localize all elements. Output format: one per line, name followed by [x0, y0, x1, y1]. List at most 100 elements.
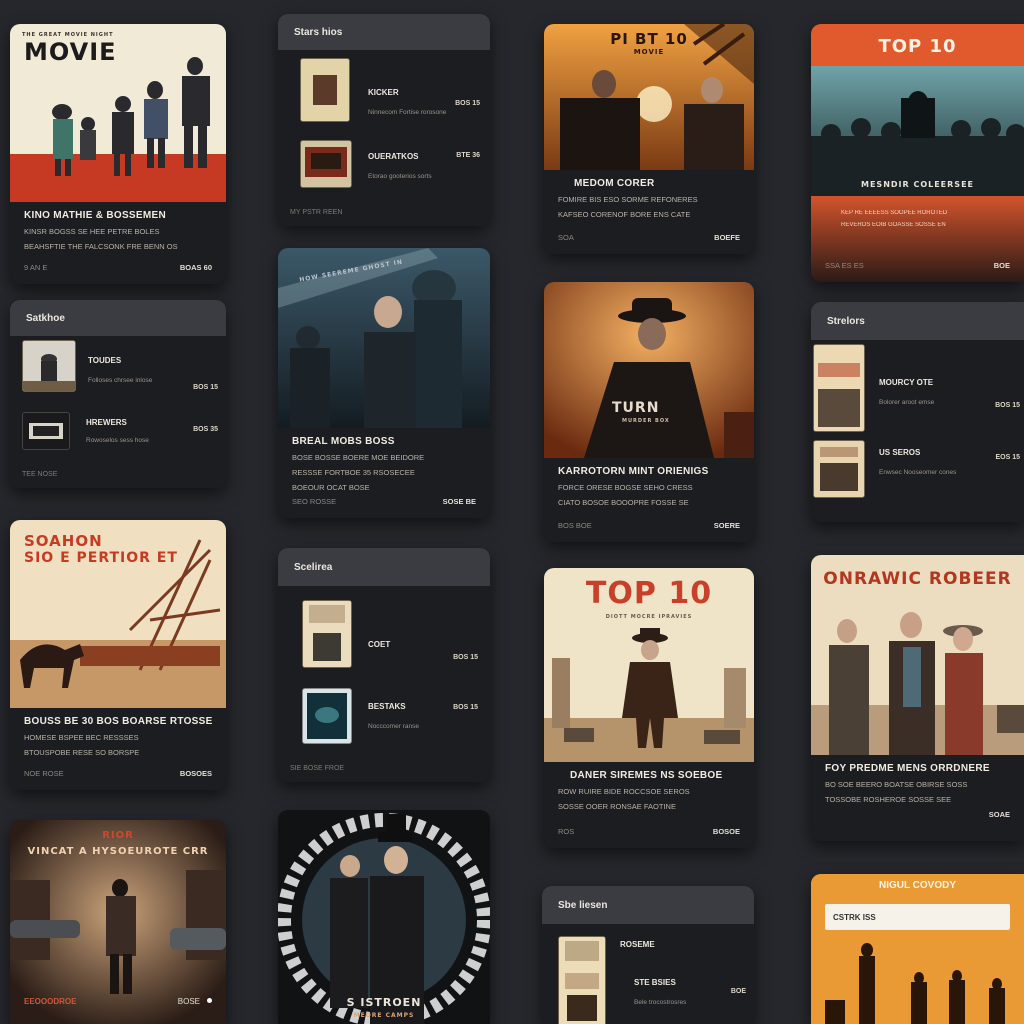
card-desc-line: SOSSE OOER RONSAE FAOTINE: [558, 802, 676, 811]
item-title: Kicker: [368, 88, 399, 97]
item-badge: BOE: [730, 988, 746, 995]
card-rating: BOEFE: [714, 233, 740, 242]
poster-title: S ISTROEN: [346, 996, 422, 1009]
list-header: Satkhoe: [10, 300, 226, 336]
item-subtitle: Rowoselos sess hose: [86, 437, 149, 444]
card-headline: FOY PREDME MENS ORRDNERE: [825, 763, 990, 774]
item-badge: BOS 15: [193, 384, 218, 391]
list-item[interactable]: MOURCY OTE Bolorer aroot emse BOS 15: [811, 344, 1024, 432]
list-item[interactable]: STE BSIES Bele trocostrosres BOE: [618, 978, 754, 1006]
card-desc-line: BO SOE BEERO BOATSE OBIRSE SOSS: [825, 780, 968, 789]
poster-subtitle: MEORE CAMPS: [353, 1012, 415, 1019]
item-title: US SEROS: [879, 448, 921, 457]
card-rating: SOAE: [988, 810, 1010, 819]
item-subtitle: Etorao gooterios sorts: [368, 173, 432, 180]
poster-title: TOP 10: [585, 576, 713, 611]
card-headline: DANER SIREMES NS SOEBOE: [570, 770, 723, 781]
card-rating: BOSE: [177, 997, 200, 1006]
item-title: MOURCY OTE: [879, 378, 934, 387]
list-footer: MY PSTR REEN: [290, 209, 343, 216]
list-footer: SIE BOSE FROE: [290, 765, 345, 772]
search-input[interactable]: CSTRK ISS: [825, 904, 1010, 930]
item-subtitle: Folloses chrsee inlose: [88, 377, 153, 384]
list-item[interactable]: BESTAKS Nocccomer ranse BOS 15: [278, 688, 490, 744]
movie-card-12[interactable]: ONRAWIC ROBEER FOY PREDME MENS ORRDNERE …: [811, 555, 1024, 841]
list-item[interactable]: TOUDES Folloses chrsee inlose BOS 15: [10, 340, 226, 392]
item-title: ROSEME: [620, 940, 655, 949]
poster-image: PI BT 10 MOVIE: [544, 24, 754, 170]
card-rating: SOERE: [713, 521, 740, 530]
card-headline: MEDOM CORER: [574, 178, 655, 189]
list-card-4: Sbe liesen ROSEME STE BSIES Bele trocostr…: [542, 886, 754, 1024]
poster-title: MOVIE: [24, 38, 117, 66]
item-badge: BOS 35: [193, 426, 218, 433]
thumb-image: [300, 58, 350, 122]
card-meta: 9 AN E: [24, 263, 48, 272]
card-desc-line: KEP RE EEEESS SOOPEE ROROTED: [841, 210, 948, 216]
card-meta: ROS: [558, 827, 575, 836]
card-desc-line: KAFSEO CORENOF BORE ENS CATE: [558, 210, 691, 219]
poster-image: TURN MURDER BOX: [544, 282, 754, 458]
item-subtitle: Bele trocostrosres: [634, 999, 687, 1006]
card-rating: BOAS 60: [179, 263, 212, 272]
search-header: NIGUL COVODY: [878, 880, 957, 891]
card-headline: KARROTORN MINT ORIENIGS: [558, 466, 709, 477]
list-item[interactable]: COET BOS 15: [278, 600, 490, 668]
poster-subtitle: SIO E PERTIOR ET: [24, 550, 178, 566]
poster-title: TOP 10: [878, 36, 957, 57]
list-header: Stars hios: [278, 14, 490, 50]
poster-image: TOP 10 DIOTT MOCRE IPRAVIES: [544, 568, 754, 762]
poster-subtitle: MOVIE: [633, 48, 665, 56]
movie-card-13[interactable]: RIOR VINCAT A HYSOEUROTE CRR EEOOODROE B…: [10, 820, 226, 1024]
movie-card-6[interactable]: HOW SEEREME GHOST IN BREAL MOBS BOSS BOS…: [278, 248, 490, 518]
list-item[interactable]: Kicker Ninnecom Fortise rorosone BOS 15: [278, 58, 490, 122]
movie-card-4[interactable]: TOP 10 MESNDIR COLEERSEE KEP RE EEEESS S…: [811, 24, 1024, 282]
card-rating: BOE: [993, 261, 1010, 270]
movie-card-1[interactable]: THE GREAT MOVIE NIGHT MOVIE KINO MATHIE …: [10, 24, 226, 284]
thumb-image: [302, 688, 352, 744]
thumb-image: [813, 344, 865, 432]
card-meta: SEO ROSSE: [292, 497, 337, 506]
movie-card-14[interactable]: S ISTROEN MEORE CAMPS: [278, 810, 490, 1024]
movie-card-7[interactable]: TURN MURDER BOX KARROTORN MINT ORIENIGS …: [544, 282, 754, 542]
item-badge: BOS 15: [453, 704, 478, 711]
list-card-2: Stars hios Kicker Ninnecom Fortise roroso…: [278, 14, 490, 226]
card-headline: BOUSS BE 30 BOS BOARSE RTOSSE: [24, 716, 212, 727]
movie-card-9[interactable]: SOAHON SIO E PERTIOR ET BOUSS BE 30 BOS …: [10, 520, 226, 790]
thumb-image: [302, 600, 352, 668]
card-headline: BREAL MOBS BOSS: [292, 436, 395, 447]
card-desc-line: BOEOUR OCAT BOSE: [292, 483, 370, 492]
search-card: NIGUL COVODY CSTRK ISS: [811, 874, 1024, 1024]
list-header: Sbe liesen: [542, 886, 754, 924]
list-card-5: Strelors MOURCY OTE Bolorer aroot emse BO…: [811, 302, 1024, 522]
item-title: TOUDES: [88, 356, 122, 365]
list-footer: TEE NOSE: [22, 471, 58, 478]
card-meta: SSA ES ES: [825, 261, 864, 270]
poster-image: ONRAWIC ROBEER: [811, 555, 1024, 755]
list-item[interactable]: HREWERS Rowoselos sess hose BOS 35: [10, 412, 226, 450]
item-title: COET: [368, 640, 391, 649]
card-desc-line: FOMIRE BIS ESO SORME REFONERES: [558, 195, 698, 204]
poster-image: THE GREAT MOVIE NIGHT MOVIE: [10, 24, 226, 202]
card-desc-line: ROW RUIRE BIDE ROCCSOE SEROS: [558, 787, 690, 796]
card-desc-line: TOSSOBE ROSHEROE SOSSE SEE: [825, 795, 952, 804]
card-rating: BOSOES: [179, 769, 212, 778]
card-desc-line: KINSR BOGSS SE HEE PETRE BOLES: [24, 227, 160, 236]
thumb-image: [558, 936, 606, 1024]
list-header: Strelors: [811, 302, 1024, 340]
poster-subtitle: MURDER BOX: [622, 418, 670, 424]
thumb-image: [22, 412, 70, 450]
item-badge: BOS 15: [995, 402, 1020, 409]
list-item[interactable]: OUERATKOS Etorao gooterios sorts BTE 36: [278, 140, 490, 188]
dot-indicator[interactable]: [207, 998, 212, 1003]
thumb-image: [22, 340, 76, 392]
item-badge: EOS 15: [995, 454, 1020, 461]
thumb-image: [813, 440, 865, 498]
card-meta: SOA: [558, 233, 574, 242]
item-title: HREWERS: [86, 418, 127, 427]
movie-card-3[interactable]: PI BT 10 MOVIE MEDOM CORER FOMIRE BIS ES…: [544, 24, 754, 254]
movie-card-11[interactable]: TOP 10 DIOTT MOCRE IPRAVIES DANER SIREME…: [544, 568, 754, 848]
item-subtitle: Nocccomer ranse: [368, 723, 419, 730]
poster-title: ONRAWIC ROBEER: [823, 569, 1012, 589]
list-item[interactable]: US SEROS Enwsec Nooseomer cones EOS 15: [811, 440, 1024, 498]
